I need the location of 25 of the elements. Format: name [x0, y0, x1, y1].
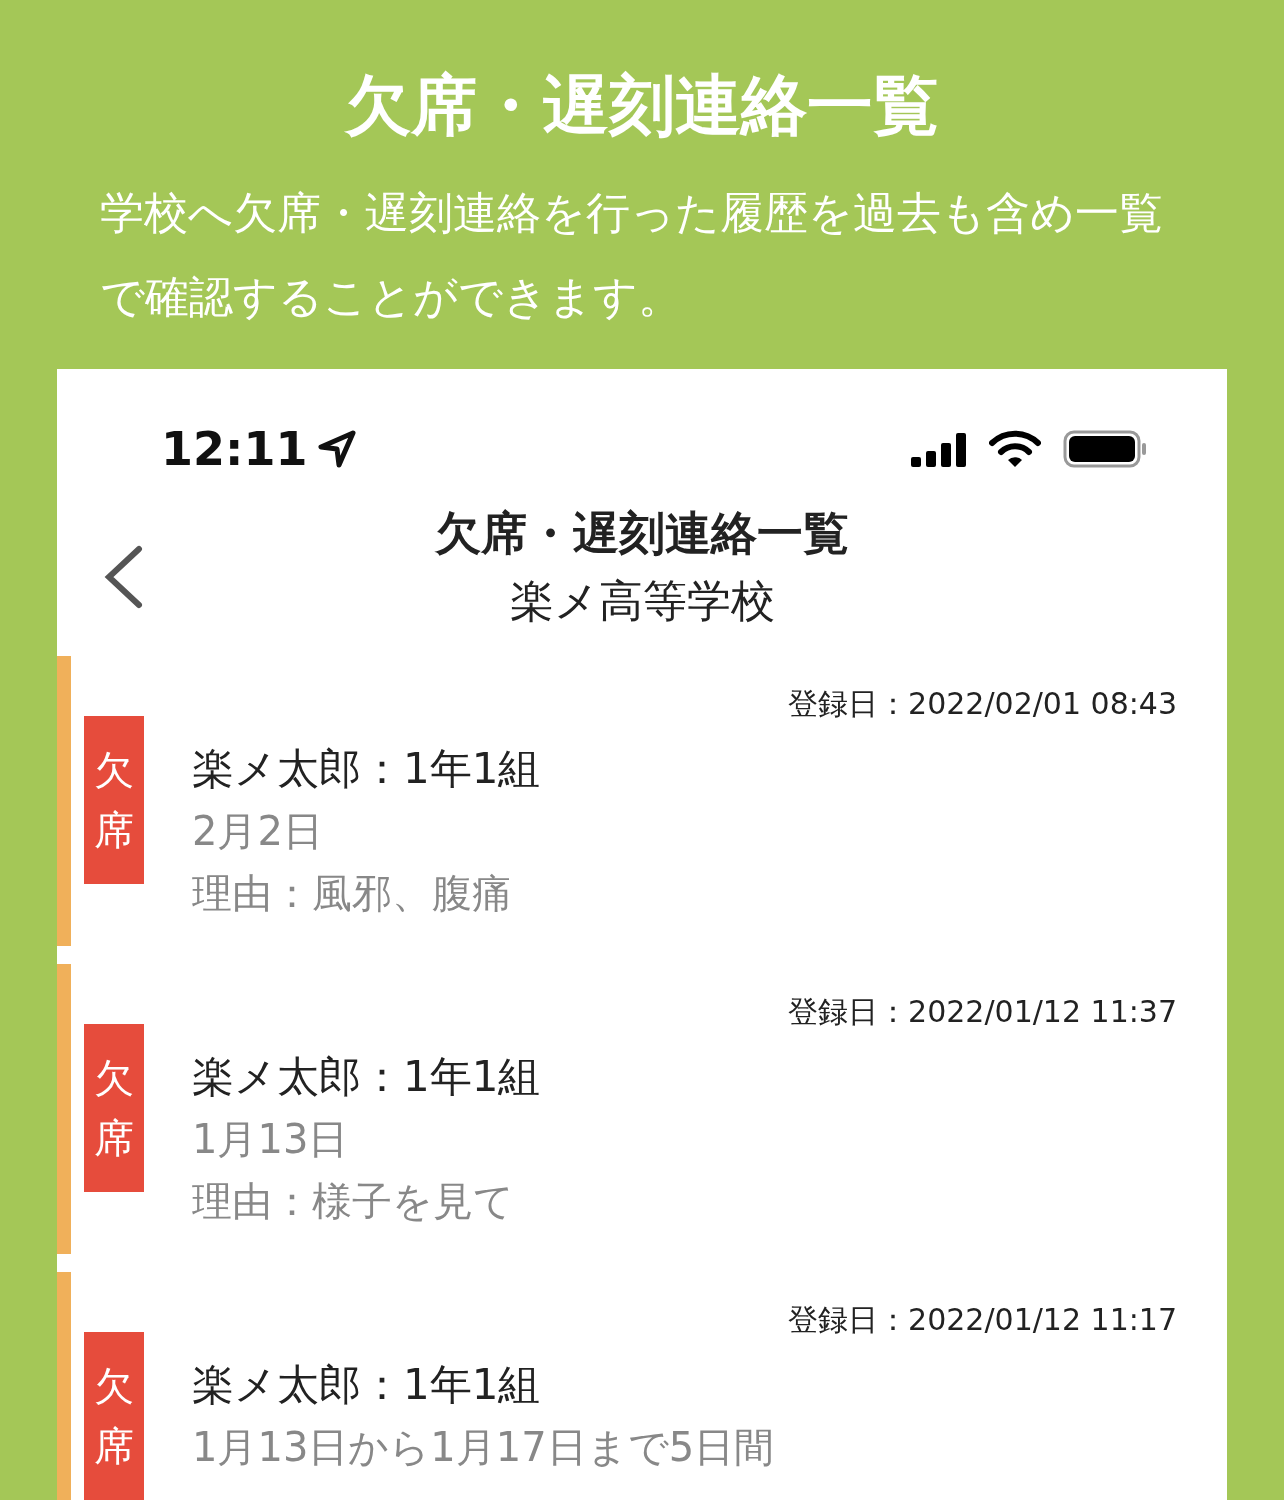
- record-card[interactable]: 欠席 登録日：2022/01/12 11:37 楽メ太郎：1年1組 1月13日 理由：様子を見て: [57, 963, 1227, 1254]
- registered-date: 登録日：2022/02/01 08:43: [788, 684, 1177, 723]
- location-arrow-icon: [317, 429, 358, 470]
- status-tag: 欠席: [84, 1331, 144, 1500]
- description: 学校へ欠席・遅刻連絡を行った履歴を過去も含め一覧で確認することができます。: [100, 186, 1164, 325]
- screen-title: 欠席・遅刻連絡一覧: [435, 505, 849, 563]
- student-name: 楽メ太郎：1年1組: [192, 742, 542, 795]
- reason-text: 理由：風邪、腹痛: [192, 868, 513, 918]
- status-tag: 欠席: [84, 1023, 144, 1192]
- school-name: 楽メ高等学校: [509, 573, 775, 628]
- page-title: 欠席・遅刻連絡一覧: [343, 66, 940, 146]
- registered-date: 登録日：2022/01/12 11:17: [788, 1300, 1177, 1339]
- absence-date: 1月13日から1月17日まで5日間: [192, 1422, 776, 1472]
- reason-text: 理由：様子を見て: [192, 1176, 515, 1226]
- wifi-icon: [989, 429, 1041, 470]
- record-card[interactable]: 欠席 登録日：2022/01/12 11:17 楽メ太郎：1年1組 1月13日から1月17日まで5日間: [57, 1271, 1227, 1500]
- absence-date: 2月2日: [192, 806, 324, 856]
- status-time: 12:11: [161, 422, 308, 477]
- battery-icon: [1063, 429, 1147, 470]
- absence-date: 1月13日: [192, 1114, 350, 1164]
- record-card[interactable]: 欠席 登録日：2022/02/01 08:43 楽メ太郎：1年1組 2月2日 理由：風邪、腹痛: [57, 655, 1227, 946]
- status-tag: 欠席: [84, 715, 144, 884]
- student-name: 楽メ太郎：1年1組: [192, 1050, 542, 1103]
- student-name: 楽メ太郎：1年1組: [192, 1358, 542, 1411]
- registered-date: 登録日：2022/01/12 11:37: [788, 992, 1177, 1031]
